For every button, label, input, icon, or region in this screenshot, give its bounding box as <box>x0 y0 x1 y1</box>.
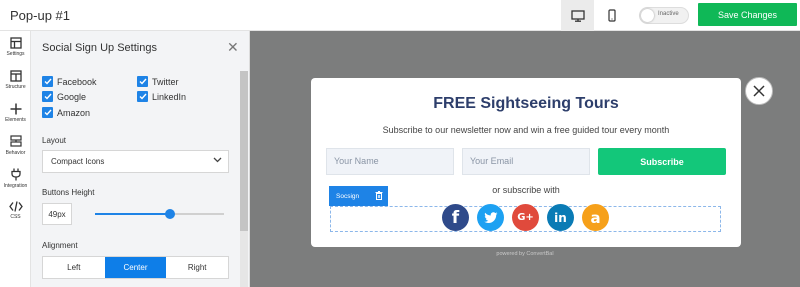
left-icon-rail: Settings Structure Elements Behavior Int… <box>0 31 31 287</box>
checkbox-label: LinkedIn <box>152 91 187 102</box>
slider-fill <box>95 213 170 215</box>
checkbox-box <box>42 107 53 118</box>
check-icon <box>44 93 52 100</box>
popup-title[interactable]: FREE Sightseeing Tours <box>311 95 741 113</box>
subscribe-button[interactable]: Subscribe <box>598 148 726 175</box>
status-toggle[interactable]: Inactive <box>639 7 689 24</box>
check-icon <box>139 78 147 85</box>
element-tag-socsign[interactable]: Socsign <box>329 186 388 206</box>
checkbox-box <box>137 76 148 87</box>
close-icon <box>753 85 765 97</box>
align-center-button[interactable]: Center <box>104 257 167 278</box>
email-field[interactable]: Your Email <box>462 148 590 175</box>
settings-panel: Social Sign Up Settings ✕ Facebook Twitt… <box>31 31 250 287</box>
icon-glyph: in <box>554 210 567 225</box>
toggle-knob <box>641 9 654 22</box>
check-icon <box>44 78 52 85</box>
rail-label: Elements <box>5 117 26 123</box>
rail-item-structure[interactable]: Structure <box>0 70 31 90</box>
layout-label: Layout <box>42 136 67 145</box>
plug-icon <box>10 168 21 181</box>
checkbox-box <box>42 91 53 102</box>
layout-select[interactable]: Compact Icons <box>42 150 229 173</box>
top-bar: Pop-up #1 Inactive Save Changes <box>0 0 800 31</box>
settings-icon <box>9 37 22 49</box>
checkbox-box <box>42 76 53 87</box>
rail-item-integration[interactable]: Integration <box>0 168 31 189</box>
mobile-view-button[interactable] <box>595 0 628 31</box>
google-plus-icon[interactable]: G+ <box>512 204 539 231</box>
rail-item-settings[interactable]: Settings <box>0 37 31 57</box>
slider-handle[interactable] <box>165 209 175 219</box>
code-icon <box>8 201 23 212</box>
save-changes-button[interactable]: Save Changes <box>698 3 797 26</box>
buttons-height-input[interactable]: 49px <box>42 203 72 225</box>
amazon-icon[interactable]: a <box>582 204 609 231</box>
panel-scrollbar-thumb[interactable] <box>240 71 248 231</box>
rail-label: Structure <box>5 84 26 90</box>
checkbox-linkedin[interactable]: LinkedIn <box>137 91 186 102</box>
rail-label: Integration <box>3 183 28 189</box>
bird-glyph <box>483 211 497 223</box>
facebook-icon[interactable]: f <box>442 204 469 231</box>
panel-title: Social Sign Up Settings <box>42 42 157 54</box>
element-tag-label: Socsign <box>336 192 360 200</box>
checkbox-label: Google <box>57 91 87 102</box>
trash-icon[interactable] <box>375 191 383 200</box>
icon-glyph: G+ <box>517 212 534 223</box>
behavior-icon <box>9 135 22 147</box>
mobile-icon <box>607 9 616 22</box>
twitter-icon[interactable] <box>477 204 504 231</box>
rail-label: Behavior <box>5 150 26 156</box>
chevron-down-icon <box>213 157 222 163</box>
rail-item-elements[interactable]: Elements <box>0 103 31 123</box>
rail-label: CSS <box>10 214 21 220</box>
powered-by-text: powered by ConvertBal <box>496 251 554 257</box>
checkbox-twitter[interactable]: Twitter <box>137 76 179 87</box>
checkbox-label: Facebook <box>57 76 97 87</box>
popup-preview: FREE Sightseeing Tours Subscribe to our … <box>311 78 741 247</box>
checkbox-label: Twitter <box>152 76 179 87</box>
icon-glyph: f <box>451 207 460 228</box>
checkbox-amazon[interactable]: Amazon <box>42 107 90 118</box>
status-toggle-label: Inactive <box>658 11 679 17</box>
alignment-segmented-control: Left Center Right <box>42 256 229 279</box>
check-icon <box>44 109 52 116</box>
align-right-button[interactable]: Right <box>166 257 228 278</box>
close-icon[interactable]: ✕ <box>227 40 239 54</box>
alignment-label: Alignment <box>42 241 78 250</box>
rail-item-behavior[interactable]: Behavior <box>0 135 31 156</box>
align-left-button[interactable]: Left <box>43 257 105 278</box>
checkbox-label: Amazon <box>57 107 91 118</box>
checkbox-box <box>137 91 148 102</box>
icon-glyph: a <box>590 208 601 227</box>
checkbox-google[interactable]: Google <box>42 91 86 102</box>
plus-icon <box>10 103 21 115</box>
structure-icon <box>9 70 22 82</box>
layout-select-value: Compact Icons <box>51 157 105 166</box>
popup-subtitle[interactable]: Subscribe to our newsletter now and win … <box>311 125 741 135</box>
rail-item-css[interactable]: CSS <box>0 201 31 220</box>
popup-close-button[interactable] <box>745 77 773 105</box>
desktop-icon <box>570 9 585 22</box>
buttons-height-label: Buttons Height <box>42 188 95 197</box>
rail-label: Settings <box>6 51 25 57</box>
checkbox-facebook[interactable]: Facebook <box>42 76 97 87</box>
name-field[interactable]: Your Name <box>326 148 454 175</box>
desktop-view-button[interactable] <box>561 0 594 31</box>
page-title: Pop-up #1 <box>10 8 70 23</box>
check-icon <box>139 93 147 100</box>
linkedin-icon[interactable]: in <box>547 204 574 231</box>
